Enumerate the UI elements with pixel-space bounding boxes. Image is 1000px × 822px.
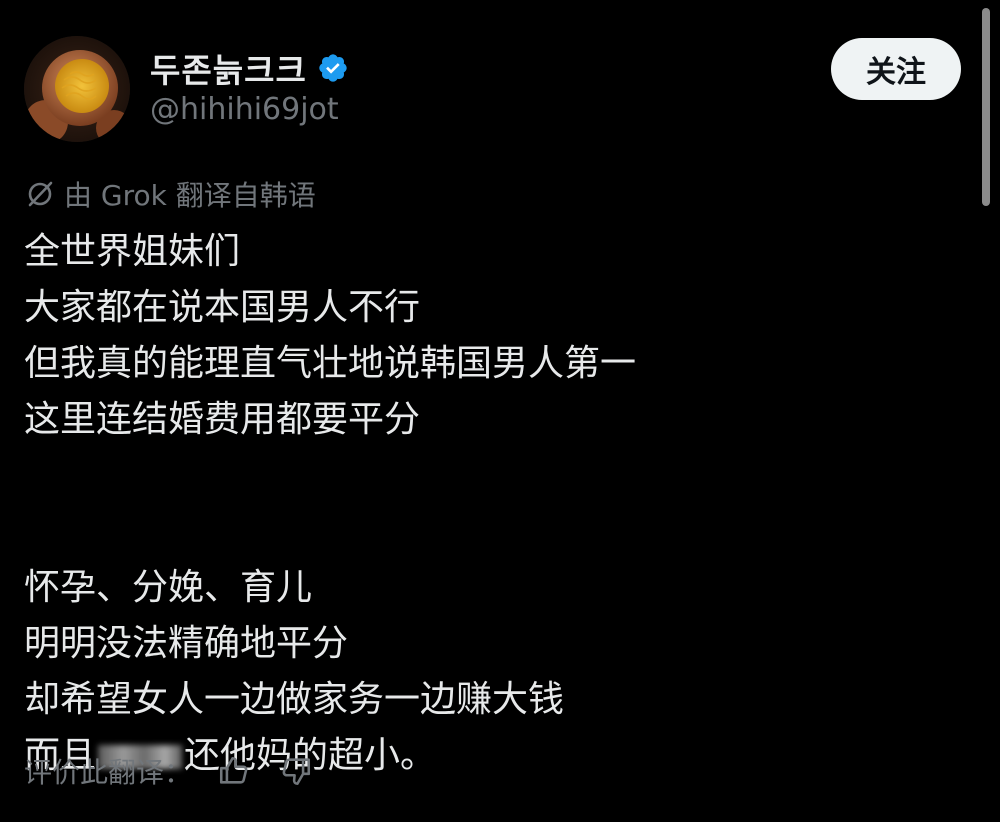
scrollbar[interactable] — [982, 8, 990, 206]
post-line: 这里连结婚费用都要平分 — [24, 399, 421, 440]
post-text: 全世界姐妹们 大家都在说本国男人不行 但我真的能理直气壮地说韩国男人第一 这里连… — [24, 224, 924, 784]
rate-translation-row: 评价此翻译： — [24, 748, 316, 794]
user-handle[interactable]: @hihihi69jot — [150, 92, 339, 127]
post-line: 全世界姐妹们 — [24, 231, 241, 272]
verified-badge-icon — [319, 54, 347, 82]
post-line: 明明没法精确地平分 — [24, 623, 349, 664]
translation-note: 由 Grok 翻译自韩语 — [24, 172, 316, 216]
post-line: 大家都在说本国男人不行 — [24, 287, 421, 328]
thumbs-down-icon — [282, 758, 311, 786]
display-name-row: 두존늙크크 — [150, 44, 349, 92]
follow-button[interactable]: 关注 — [831, 38, 961, 100]
rate-translation-label: 评价此翻译： — [24, 756, 193, 789]
translation-note-text: 由 Grok 翻译自韩语 — [64, 179, 316, 212]
post-line: 但我真的能理直气壮地说韩国男人第一 — [24, 343, 637, 384]
thumbs-down-button[interactable] — [276, 751, 316, 791]
thumbs-up-icon — [219, 756, 248, 784]
post-line: 怀孕、分娩、育儿 — [24, 567, 313, 608]
avatar[interactable] — [24, 36, 130, 142]
translate-icon — [28, 181, 53, 207]
avatar-image — [24, 36, 130, 142]
display-name[interactable]: 두존늙크크 — [150, 44, 307, 92]
post-line: 却希望女人一边做家务一边赚大钱 — [24, 679, 565, 720]
thumbs-up-button[interactable] — [214, 751, 254, 791]
